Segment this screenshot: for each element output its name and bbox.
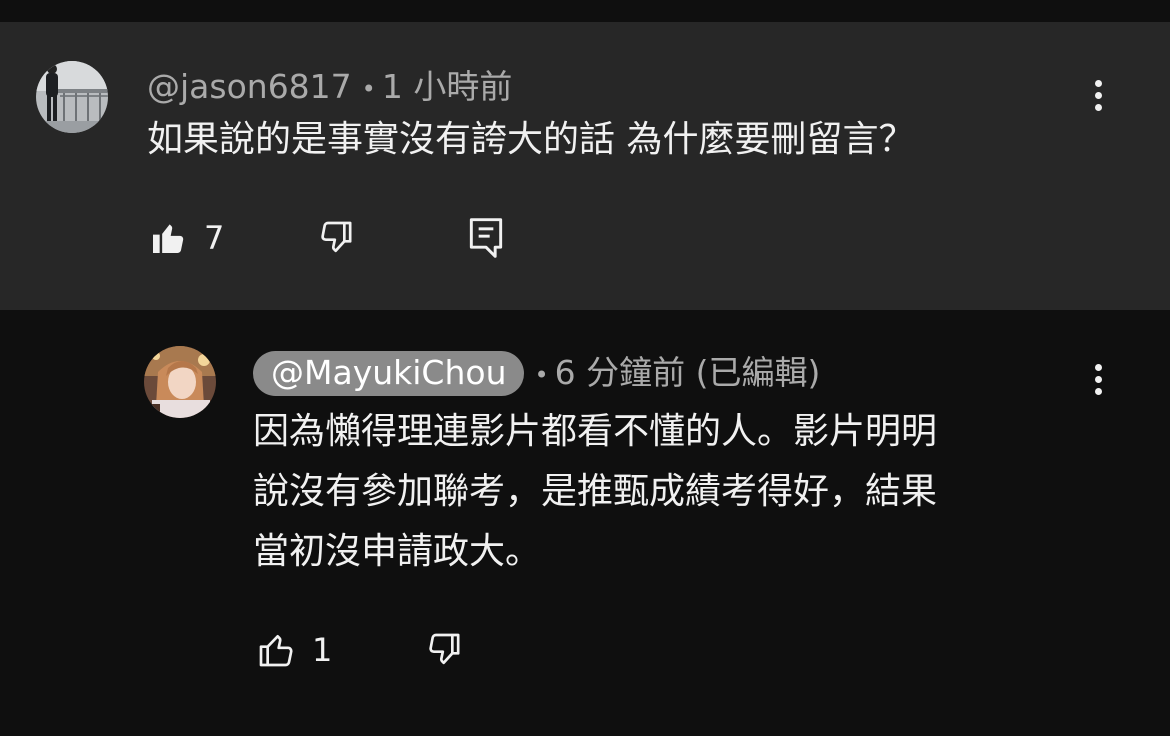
comment-time: 6 分鐘前 (已編輯) — [554, 353, 821, 392]
comment-text: 因為懶得理連影片都看不懂的人。影片明明 說沒有參加聯考，是推甄成績考得好，結果 … — [253, 402, 937, 582]
separator-dot: • — [361, 74, 376, 103]
comment-time: 1 小時前 — [381, 67, 513, 106]
like-button[interactable]: 7 — [148, 218, 224, 258]
dislike-button[interactable] — [424, 630, 464, 670]
like-count: 7 — [204, 219, 225, 257]
like-count: 1 — [312, 631, 333, 669]
comment-highlighted: @jason6817 • 1 小時前 如果說的是事實沒有誇大的話 為什麼要刪留言？ … — [0, 22, 1170, 310]
avatar[interactable] — [36, 61, 108, 133]
top-strip — [0, 0, 1170, 22]
thumb-down-icon — [321, 221, 352, 253]
comment-meta: @MayukiChou • 6 分鐘前 (已編輯) — [253, 346, 820, 396]
thumb-up-outline-icon — [259, 635, 293, 667]
like-button[interactable]: 1 — [256, 630, 332, 670]
creator-handle-chip[interactable]: @MayukiChou — [253, 351, 525, 396]
comment-meta: @jason6817 • 1 小時前 — [147, 60, 512, 108]
comment-text-line: 說沒有參加聯考，是推甄成績考得好，結果 — [253, 471, 938, 512]
reply-button[interactable] — [467, 216, 505, 260]
more-vertical-icon[interactable] — [1088, 80, 1108, 120]
dislike-button[interactable] — [316, 218, 356, 258]
author-handle: @MayukiChou — [271, 353, 507, 392]
avatar-photo — [144, 346, 216, 418]
thumb-down-icon — [429, 633, 460, 665]
comment-text-line: 當初沒申請政大。 — [253, 531, 542, 572]
reply-comment-icon — [469, 218, 503, 258]
separator-dot: • — [534, 360, 549, 389]
comment-text-line: 因為懶得理連影片都看不懂的人。影片明明 — [253, 411, 938, 452]
avatar[interactable] — [144, 346, 216, 418]
comment-text: 如果說的是事實沒有誇大的話 為什麼要刪留言？ — [147, 119, 915, 160]
more-vertical-icon[interactable] — [1088, 364, 1108, 404]
thumb-up-filled-icon — [153, 224, 184, 253]
author-handle[interactable]: @jason6817 — [147, 67, 352, 106]
avatar-photo — [36, 61, 108, 133]
reply-comment: @MayukiChou • 6 分鐘前 (已編輯) 因為懶得理連影片都看不懂的人。影… — [0, 310, 1170, 736]
